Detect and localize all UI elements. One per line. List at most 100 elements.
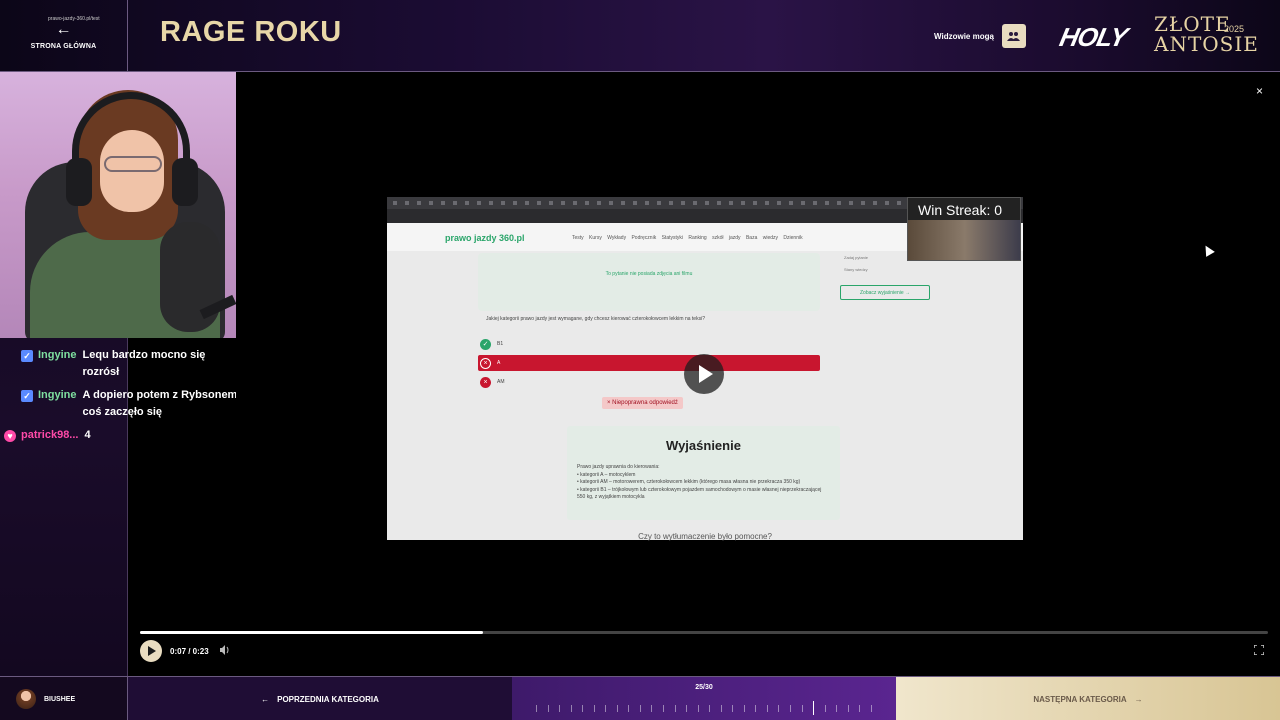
users-icon[interactable]	[1001, 24, 1026, 48]
streamer-webcam	[0, 72, 236, 338]
heart-icon: ♥	[4, 430, 16, 442]
chat-text: Lequ bardzo mocno się rozrósł	[82, 349, 206, 378]
category-tick	[559, 704, 561, 712]
answer-selected-wrong: × A	[478, 355, 820, 371]
category-tick	[766, 704, 768, 712]
wrong-answer-badge: × Niepoprawna odpowiedź	[602, 397, 683, 409]
check-icon: ✓	[480, 338, 491, 350]
category-tick	[720, 704, 722, 712]
browser-tabs	[393, 201, 993, 205]
category-tick	[628, 704, 630, 712]
answer-label: AM	[497, 379, 505, 385]
category-tick	[709, 704, 711, 712]
answer-label: B1	[497, 341, 504, 347]
previous-category-button[interactable]: ← POPRZEDNIA KATEGORIA	[128, 677, 512, 720]
category-tick	[547, 704, 549, 712]
previous-category-label: POPRZEDNIA KATEGORIA	[277, 694, 379, 704]
question-media-card: To pytanie nie posiada zdjęcia ani filmu	[478, 253, 820, 311]
arrow-left-icon: ←	[55, 20, 72, 38]
category-tick	[755, 704, 757, 712]
close-icon[interactable]: ×	[1256, 84, 1263, 98]
user-profile[interactable]: BIUSHEE	[0, 677, 128, 720]
answer-correct: ✓ B1	[478, 336, 820, 352]
chat-message: ✓ Ingyine Lequ bardzo mocno się rozrósł	[0, 344, 240, 384]
progress-fill	[140, 631, 483, 634]
next-category-label: NASTĘPNA KATEGORIA	[1033, 694, 1127, 704]
explanation-card: Wyjaśnienie Prawo jazdy uprawnia do kier…	[567, 426, 840, 520]
logo-line2: ANTOSIE	[1154, 32, 1259, 56]
x-icon: ×	[480, 376, 491, 388]
volume-icon-glyph	[220, 645, 229, 655]
explanation-body: Prawo jazdy uprawnia do kierowania: • ka…	[577, 464, 827, 502]
fullscreen-icon-glyph	[1253, 644, 1265, 656]
category-tick	[859, 704, 861, 712]
category-tick	[801, 704, 803, 712]
category-tick	[847, 704, 849, 712]
chat-username[interactable]: Ingyine	[38, 347, 77, 364]
explanation-line: Prawo jazdy uprawnia do kierowania:	[577, 464, 660, 470]
app-root: ← STRONA GŁÓWNA RAGE ROKU Widzowie mogą …	[0, 0, 1280, 720]
category-tick	[651, 704, 653, 712]
headset-ear-left	[66, 158, 92, 206]
answer-label: A	[497, 360, 501, 366]
explanation-line: • kategorii B1 – trójkołowym lub czterok…	[577, 486, 822, 501]
category-ticks	[536, 701, 872, 715]
volume-icon[interactable]	[220, 645, 231, 658]
overlay-cam-feed	[908, 220, 1020, 260]
logo-zlote-antosie: ZŁOTE ANTOSIE	[1154, 14, 1259, 54]
category-tick	[639, 704, 641, 712]
chat-list: ✓ Ingyine Lequ bardzo mocno się rozrósł …	[0, 344, 240, 447]
category-tick	[663, 704, 665, 712]
chat-username[interactable]: patrick98...	[21, 427, 78, 444]
chat-message: ✓ Ingyine A dopiero potem z Rybsonem coś…	[0, 384, 240, 424]
next-category-button[interactable]: NASTĘPNA KATEGORIA →	[896, 677, 1280, 720]
top-bar: ← STRONA GŁÓWNA RAGE ROKU Widzowie mogą …	[0, 0, 1280, 72]
category-tick	[570, 704, 572, 712]
category-tick-current	[813, 701, 815, 715]
category-tick	[732, 704, 734, 712]
category-tick	[686, 704, 688, 712]
avatar	[16, 689, 36, 709]
category-tick	[593, 704, 595, 712]
overlay-webcam: Win Streak: 0	[907, 197, 1021, 261]
category-counter-label: 25/30	[695, 684, 713, 691]
video-play-button[interactable]	[684, 354, 724, 394]
headset-ear-right	[172, 158, 198, 206]
user-name: BIUSHEE	[44, 695, 76, 703]
time-display: 0:07 / 0:23	[170, 647, 209, 656]
category-tick	[824, 704, 826, 712]
users-icon-glyph	[1007, 32, 1021, 41]
arrow-left-icon: ←	[261, 694, 270, 704]
site-logo: prawo jazdy 360.pl	[445, 233, 525, 243]
bottom-bar: BIUSHEE ← POPRZEDNIA KATEGORIA 25/30 NAS…	[0, 676, 1280, 720]
category-tick	[674, 704, 676, 712]
arrow-right-icon: →	[1134, 694, 1143, 704]
browser-url: prawo-jazdy-360.pl/test	[48, 16, 100, 22]
category-tick	[616, 704, 618, 712]
question-text: Jakiej kategorii prawo jazdy jest wymaga…	[486, 316, 705, 322]
moderator-icon: ✓	[21, 390, 33, 402]
home-label: STRONA GŁÓWNA	[30, 42, 97, 50]
fullscreen-icon[interactable]	[1253, 644, 1265, 658]
wrong-label: Niepoprawna odpowiedź	[612, 400, 678, 406]
category-tick	[536, 704, 537, 712]
play-icon	[699, 365, 713, 383]
logo-year: 2025	[1224, 24, 1245, 34]
category-counter: 25/30	[512, 677, 896, 720]
chat-username[interactable]: Ingyine	[38, 387, 77, 404]
home-button[interactable]: ← STRONA GŁÓWNA	[0, 0, 128, 72]
category-tick	[697, 704, 699, 712]
chat-text: A dopiero potem z Rybsonem coś zaczęło s…	[82, 389, 238, 418]
x-icon: ×	[480, 357, 491, 369]
category-tick	[778, 704, 780, 712]
chat-message: ♥ patrick98... 4	[0, 424, 240, 447]
category-tick	[582, 704, 584, 712]
event-logo: HOLY ZŁOTE ANTOSIE 2025	[1057, 14, 1260, 58]
play-button[interactable]	[140, 640, 162, 662]
side-line: Zadaj pytanie	[844, 255, 869, 260]
answer-wrong: × AM	[478, 374, 820, 390]
category-tick	[836, 704, 838, 712]
progress-bar[interactable]	[140, 631, 1268, 634]
category-tick	[790, 704, 792, 712]
side-line: Stany wiedzy	[844, 267, 868, 272]
